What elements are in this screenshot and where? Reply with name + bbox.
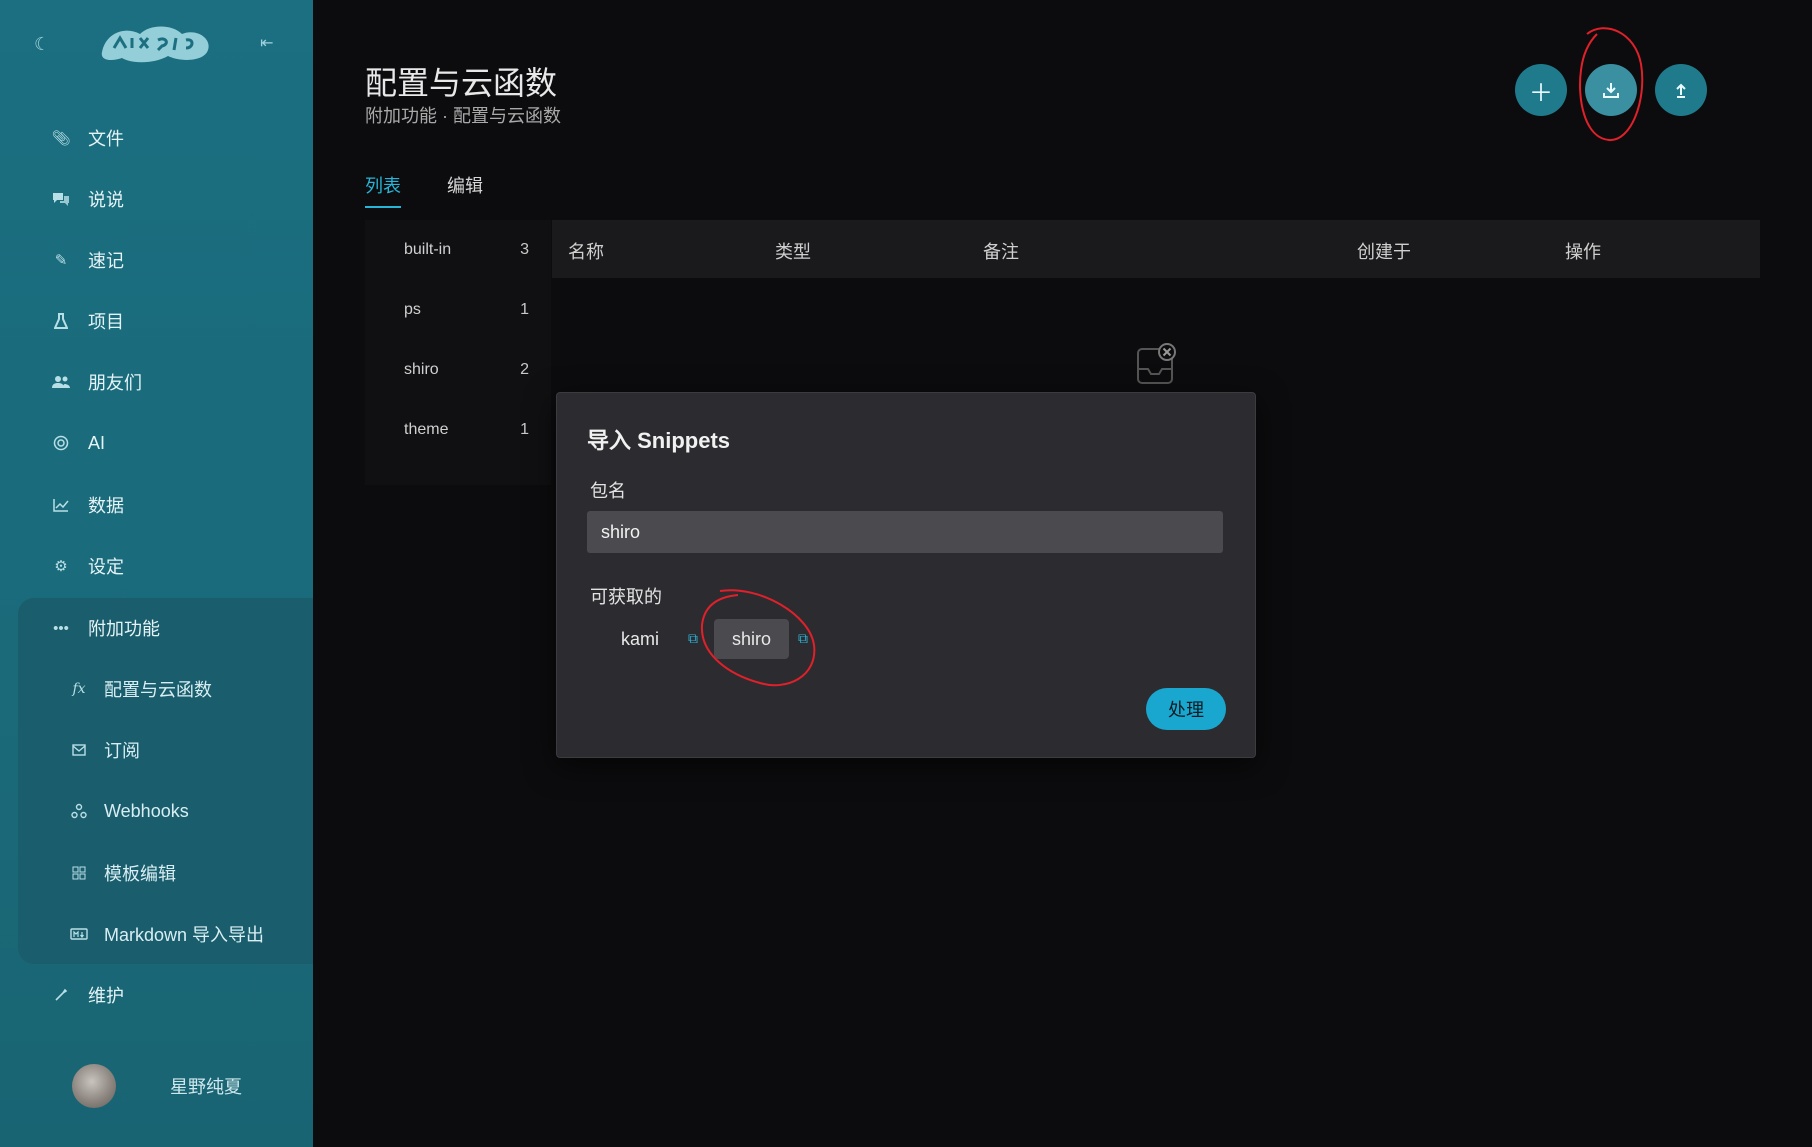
ai-icon (50, 432, 72, 454)
empty-inbox-icon (1137, 343, 1176, 384)
collapse-sidebar-icon[interactable]: ⇤ (260, 34, 280, 54)
sidebar-item-extras[interactable]: ••• 附加功能 (0, 606, 313, 650)
plus-icon: ＋ (1529, 79, 1553, 107)
list-item[interactable]: built-in 3 (365, 220, 551, 280)
sidebar-subitem-templates[interactable]: 模板编辑 (0, 851, 313, 895)
external-link-icon[interactable]: ⧉ (798, 631, 812, 645)
function-icon: fx (72, 681, 86, 697)
group-list: built-in 3 ps 1 shiro 2 theme 1 (365, 220, 551, 485)
avatar[interactable] (72, 1064, 116, 1108)
user-name: 星野纯夏 (170, 1077, 242, 1097)
logo (101, 26, 209, 63)
tabs: 列表 编辑 (365, 172, 483, 208)
sidebar-subitem-label: 配置与云函数 (104, 680, 212, 700)
sidebar-subitem-label: 订阅 (104, 741, 140, 761)
sidebar-item-label: 项目 (88, 312, 124, 332)
package-name-input[interactable]: shiro (587, 511, 1223, 553)
sidebar-item-data[interactable]: 数据 (0, 483, 313, 527)
list-item[interactable]: ps 1 (365, 280, 551, 340)
sidebar-item-label: 文件 (88, 129, 124, 149)
table-header: 名称 类型 备注 创建于 操作 (552, 220, 1760, 278)
sidebar-item-projects[interactable]: 项目 (0, 299, 313, 343)
list-item[interactable]: shiro 2 (365, 340, 551, 400)
import-button[interactable] (1585, 64, 1637, 116)
sidebar-subitem-label: 模板编辑 (104, 864, 176, 884)
moon-icon[interactable]: ☾ (34, 34, 54, 54)
group-count: 2 (520, 361, 529, 378)
webhook-icon (68, 800, 90, 822)
sidebar-item-label: 数据 (88, 496, 124, 516)
tab-edit[interactable]: 编辑 (447, 172, 483, 208)
group-name: theme (404, 421, 449, 438)
mail-icon (68, 739, 90, 761)
option-shiro[interactable]: shiro (714, 619, 790, 659)
sidebar-header: ☾ ⇤ (0, 0, 313, 90)
page-title: 配置与云函数 (365, 65, 558, 101)
group-name: ps (404, 301, 421, 318)
wrench-icon (50, 984, 72, 1006)
grid-icon (68, 862, 90, 884)
sidebar-item-settings[interactable]: ⚙ 设定 (0, 544, 313, 588)
sidebar-subitem-markdown[interactable]: Markdown 导入导出 (0, 912, 313, 956)
sidebar-subitem-webhooks[interactable]: Webhooks (0, 789, 313, 833)
sidebar-subitem-label: Markdown 导入导出 (104, 925, 265, 945)
external-link-icon[interactable]: ⧉ (688, 631, 702, 645)
tab-list[interactable]: 列表 (365, 172, 401, 208)
sidebar-item-label: 速记 (88, 251, 124, 271)
user-profile[interactable]: 星野纯夏 (72, 1064, 242, 1108)
list-item[interactable]: theme 1 (365, 400, 551, 460)
column-header-type: 类型 (775, 242, 811, 262)
group-count: 1 (520, 301, 529, 318)
export-button[interactable] (1655, 64, 1707, 116)
chat-icon (50, 188, 72, 210)
import-snippets-dialog: 导入 Snippets 包名 shiro 可获取的 kami ⧉ shiro ⧉… (556, 392, 1256, 758)
column-header-actions: 操作 (1565, 242, 1601, 262)
markdown-icon (68, 923, 90, 945)
group-name: built-in (404, 241, 452, 258)
add-button[interactable]: ＋ (1515, 64, 1567, 116)
sidebar-item-label: 维护 (88, 986, 124, 1006)
sidebar-item-label: AI (88, 432, 106, 453)
group-name: shiro (404, 361, 439, 378)
sidebar-subitem-label: Webhooks (104, 800, 189, 821)
chart-icon (50, 494, 72, 516)
sidebar: ☾ ⇤ 📎︎ 文件 说说 ✎ 速记 项目 朋友们 AI 数据 ⚙ 设定 ••• … (0, 0, 313, 1147)
sidebar-item-label: 朋友们 (88, 373, 142, 393)
group-count: 3 (520, 241, 529, 258)
process-button[interactable]: 处理 (1146, 688, 1226, 730)
sidebar-item-label: 设定 (88, 557, 124, 577)
sidebar-item-friends[interactable]: 朋友们 (0, 360, 313, 404)
sidebar-item-ai[interactable]: AI (0, 421, 313, 465)
sidebar-item-says[interactable]: 说说 (0, 177, 313, 221)
sidebar-subitem-config[interactable]: fx 配置与云函数 (0, 667, 313, 711)
users-icon (50, 371, 72, 393)
column-header-note: 备注 (983, 242, 1019, 262)
sidebar-subitem-subscribe[interactable]: 订阅 (0, 728, 313, 772)
breadcrumb: 附加功能 · 配置与云函数 (365, 106, 561, 126)
paperclip-icon: 📎︎ (51, 130, 71, 147)
upload-icon (1676, 83, 1686, 98)
gear-icon: ⚙ (54, 558, 68, 575)
option-kami[interactable]: kami (621, 619, 659, 659)
more-icon: ••• (53, 619, 69, 637)
package-name-label: 包名 (590, 481, 626, 501)
sidebar-item-label: 附加功能 (88, 619, 160, 639)
extras-group (18, 598, 313, 964)
column-header-created: 创建于 (1357, 242, 1411, 262)
dialog-title: 导入 Snippets (587, 428, 731, 453)
download-icon (1603, 83, 1619, 98)
sidebar-item-files[interactable]: 📎︎ 文件 (0, 116, 313, 160)
sidebar-item-maintenance[interactable]: 维护 (0, 973, 313, 1017)
sidebar-item-label: 说说 (88, 190, 124, 210)
sidebar-item-notes[interactable]: ✎ 速记 (0, 238, 313, 282)
pencil-icon: ✎ (54, 252, 68, 269)
group-count: 1 (520, 421, 529, 438)
flask-icon (50, 310, 72, 332)
column-header-name: 名称 (568, 242, 604, 262)
available-label: 可获取的 (590, 587, 662, 607)
